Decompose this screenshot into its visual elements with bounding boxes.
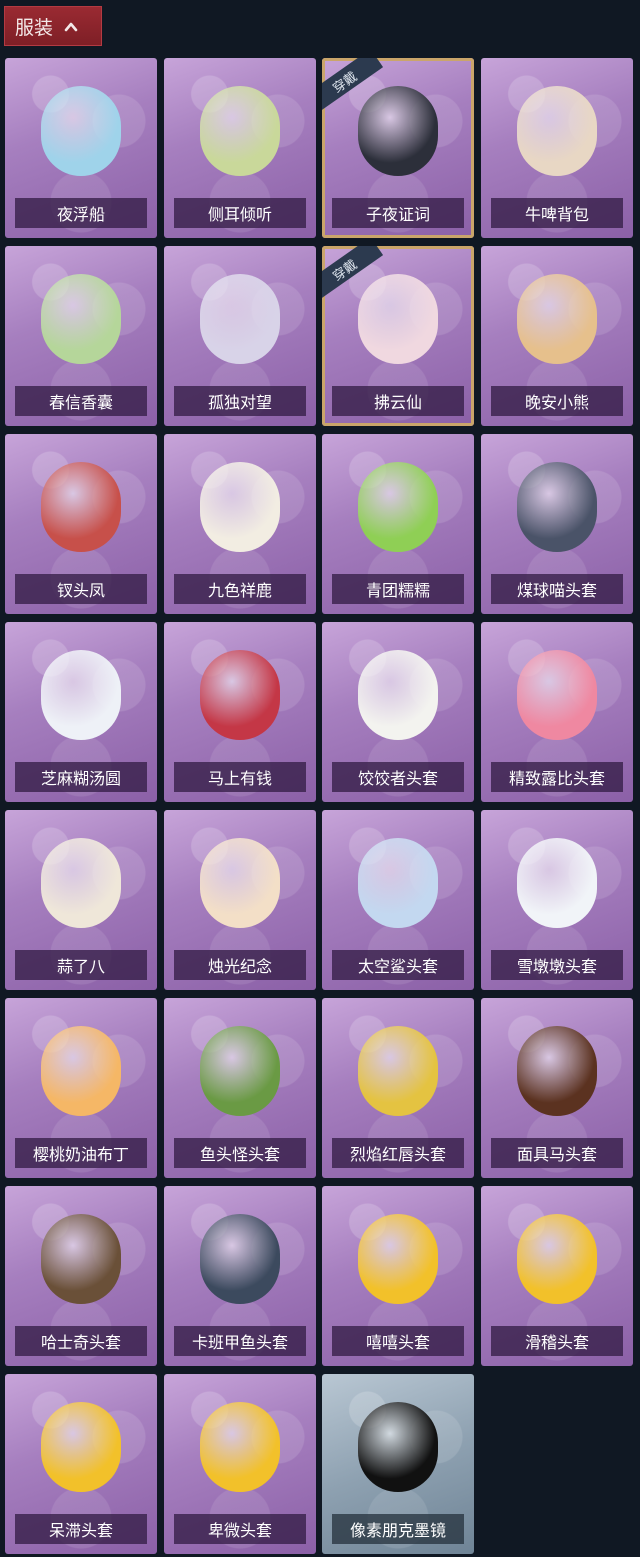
outfit-card[interactable]: 饺饺者头套 xyxy=(322,622,474,802)
outfit-label: 春信香囊 xyxy=(15,386,147,416)
outfit-image xyxy=(41,1214,121,1304)
outfit-image xyxy=(358,274,438,364)
outfit-image xyxy=(358,462,438,552)
outfit-label: 樱桃奶油布丁 xyxy=(15,1138,147,1168)
outfit-label: 烛光纪念 xyxy=(174,950,306,980)
outfit-label: 卡班甲鱼头套 xyxy=(174,1326,306,1356)
outfit-image xyxy=(41,86,121,176)
outfit-card[interactable]: 煤球喵头套 xyxy=(481,434,633,614)
outfit-card[interactable]: 马上有钱 xyxy=(164,622,316,802)
outfit-card[interactable]: 穿戴 子夜证词 xyxy=(322,58,474,238)
outfit-card[interactable]: 卑微头套 xyxy=(164,1374,316,1554)
outfit-image xyxy=(517,1214,597,1304)
outfit-image xyxy=(517,274,597,364)
outfit-label: 侧耳倾听 xyxy=(174,198,306,228)
outfit-label: 滑稽头套 xyxy=(491,1326,623,1356)
section-title: 服装 xyxy=(15,16,54,39)
outfit-label: 卑微头套 xyxy=(174,1514,306,1544)
outfit-image xyxy=(358,650,438,740)
outfit-card[interactable]: 青团糯糯 xyxy=(322,434,474,614)
outfit-card[interactable]: 烛光纪念 xyxy=(164,810,316,990)
outfit-card[interactable]: 嘻嘻头套 xyxy=(322,1186,474,1366)
outfit-label: 孤独对望 xyxy=(174,386,306,416)
outfit-card[interactable]: 精致露比头套 xyxy=(481,622,633,802)
chevron-up-icon xyxy=(63,18,79,34)
outfit-label: 蒜了八 xyxy=(15,950,147,980)
outfit-card[interactable]: 春信香囊 xyxy=(5,246,157,426)
outfit-image xyxy=(200,1402,280,1492)
outfit-label: 子夜证词 xyxy=(332,198,464,228)
outfit-image xyxy=(200,1026,280,1116)
outfit-grid: 夜浮船 侧耳倾听 穿戴 子夜证词 牛啤背包春信香囊 孤独对望 穿戴 拂云仙 晚安小熊钗头凤 九色祥… xyxy=(0,0,640,1557)
outfit-label: 呆滞头套 xyxy=(15,1514,147,1544)
outfit-label: 煤球喵头套 xyxy=(491,574,623,604)
outfit-image xyxy=(200,274,280,364)
outfit-label: 太空鲨头套 xyxy=(332,950,464,980)
outfit-card[interactable]: 孤独对望 xyxy=(164,246,316,426)
outfit-card[interactable]: 九色祥鹿 xyxy=(164,434,316,614)
outfit-card[interactable]: 鱼头怪头套 xyxy=(164,998,316,1178)
outfit-label: 嘻嘻头套 xyxy=(332,1326,464,1356)
outfit-card[interactable]: 穿戴 拂云仙 xyxy=(322,246,474,426)
outfit-card[interactable]: 烈焰红唇头套 xyxy=(322,998,474,1178)
outfit-card[interactable]: 芝麻糊汤圆 xyxy=(5,622,157,802)
outfit-card[interactable]: 哈士奇头套 xyxy=(5,1186,157,1366)
outfit-card[interactable]: 牛啤背包 xyxy=(481,58,633,238)
outfit-label: 烈焰红唇头套 xyxy=(332,1138,464,1168)
outfit-image xyxy=(517,650,597,740)
outfit-card[interactable]: 滑稽头套 xyxy=(481,1186,633,1366)
outfit-card[interactable]: 卡班甲鱼头套 xyxy=(164,1186,316,1366)
outfit-card[interactable]: 夜浮船 xyxy=(5,58,157,238)
outfit-label: 夜浮船 xyxy=(15,198,147,228)
outfit-image xyxy=(41,462,121,552)
outfit-image xyxy=(41,1402,121,1492)
outfit-label: 饺饺者头套 xyxy=(332,762,464,792)
outfit-image xyxy=(41,650,121,740)
outfit-image xyxy=(200,650,280,740)
outfit-image xyxy=(358,838,438,928)
outfit-label: 马上有钱 xyxy=(174,762,306,792)
outfit-label: 青团糯糯 xyxy=(332,574,464,604)
outfit-card[interactable]: 蒜了八 xyxy=(5,810,157,990)
outfit-card[interactable]: 像素朋克墨镜 xyxy=(322,1374,474,1554)
outfit-image xyxy=(41,1026,121,1116)
outfit-label: 精致露比头套 xyxy=(491,762,623,792)
outfit-image xyxy=(358,1026,438,1116)
outfit-image xyxy=(200,462,280,552)
outfit-label: 牛啤背包 xyxy=(491,198,623,228)
outfit-image xyxy=(517,462,597,552)
outfit-image xyxy=(41,838,121,928)
outfit-card[interactable]: 樱桃奶油布丁 xyxy=(5,998,157,1178)
outfit-label: 芝麻糊汤圆 xyxy=(15,762,147,792)
outfit-image xyxy=(200,86,280,176)
outfit-card[interactable]: 晚安小熊 xyxy=(481,246,633,426)
outfit-label: 晚安小熊 xyxy=(491,386,623,416)
outfit-section-header[interactable]: 服装 xyxy=(4,6,102,46)
outfit-image xyxy=(200,838,280,928)
outfit-card[interactable]: 呆滞头套 xyxy=(5,1374,157,1554)
outfit-image xyxy=(358,1214,438,1304)
outfit-label: 钗头凤 xyxy=(15,574,147,604)
outfit-card[interactable]: 面具马头套 xyxy=(481,998,633,1178)
outfit-label: 拂云仙 xyxy=(332,386,464,416)
outfit-label: 像素朋克墨镜 xyxy=(332,1514,464,1544)
outfit-label: 九色祥鹿 xyxy=(174,574,306,604)
outfit-image xyxy=(517,1026,597,1116)
outfit-image xyxy=(200,1214,280,1304)
outfit-card[interactable]: 雪墩墩头套 xyxy=(481,810,633,990)
outfit-image xyxy=(517,838,597,928)
outfit-label: 鱼头怪头套 xyxy=(174,1138,306,1168)
outfit-card[interactable]: 钗头凤 xyxy=(5,434,157,614)
outfit-image xyxy=(41,274,121,364)
outfit-card[interactable]: 侧耳倾听 xyxy=(164,58,316,238)
outfit-label: 面具马头套 xyxy=(491,1138,623,1168)
outfit-image xyxy=(517,86,597,176)
outfit-card[interactable]: 太空鲨头套 xyxy=(322,810,474,990)
outfit-label: 哈士奇头套 xyxy=(15,1326,147,1356)
outfit-image xyxy=(358,86,438,176)
outfit-image xyxy=(358,1402,438,1492)
outfit-label: 雪墩墩头套 xyxy=(491,950,623,980)
